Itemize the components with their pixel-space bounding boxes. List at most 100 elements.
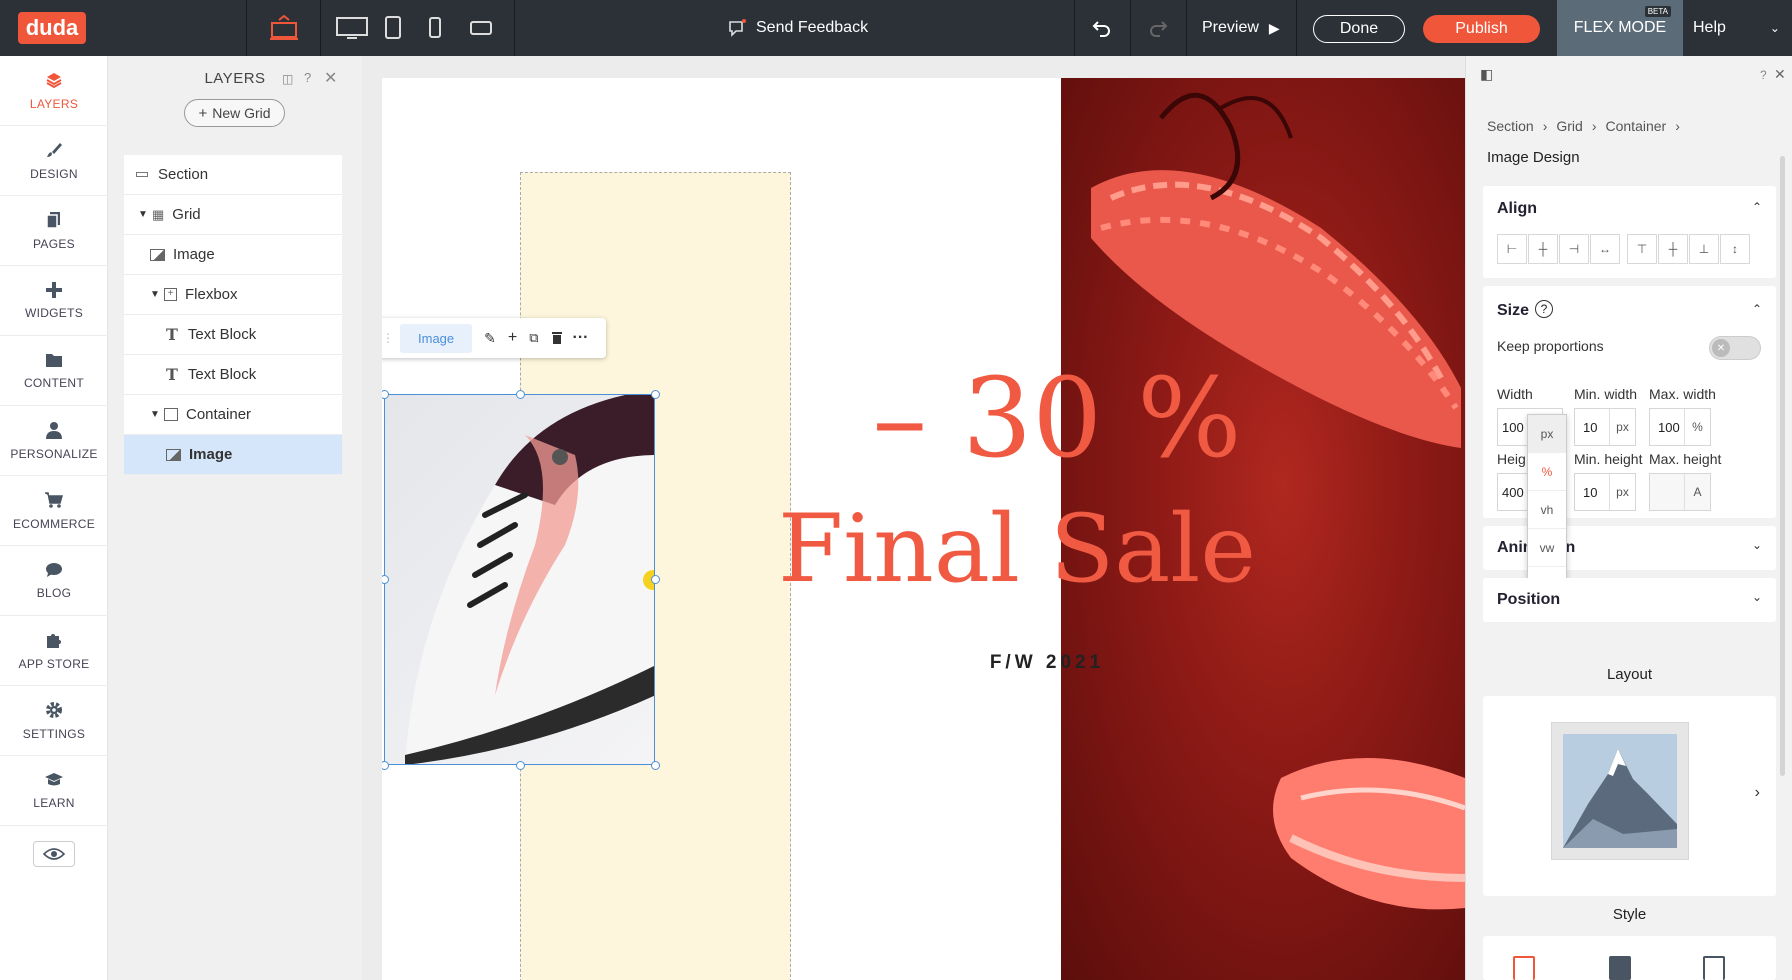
nav-blog[interactable]: BLOG [0,546,108,616]
preview-button[interactable]: Preview ▶ [1202,0,1280,56]
nav-pages[interactable]: PAGES [0,196,108,266]
trash-icon[interactable] [551,331,563,345]
editor-device-button[interactable] [258,0,310,56]
expand-arrow-icon[interactable]: ▼ [150,289,164,300]
align-top-button[interactable]: ⊤ [1627,234,1657,264]
unit-option-vh[interactable]: vh [1528,491,1566,529]
breadcrumb-grid[interactable]: Grid [1556,118,1582,134]
nav-settings[interactable]: SETTINGS [0,686,108,756]
help-circle-icon[interactable]: ? [1535,300,1553,318]
max-height-unit[interactable]: A [1684,474,1710,510]
season-text[interactable]: F/W 2021 [782,652,1312,674]
chevron-up-icon[interactable]: ⌃ [1752,302,1762,316]
unit-option-percent[interactable]: % [1528,453,1566,491]
expand-arrow-icon[interactable]: ▼ [138,209,152,220]
headline-text[interactable]: Final Sale [712,503,1322,597]
help-icon[interactable]: ? [304,70,311,85]
resize-handle[interactable] [651,390,660,399]
element-type-label[interactable]: Image [400,323,473,353]
layer-image[interactable]: Image [124,235,342,275]
max-width-input[interactable]: 100 % [1649,408,1711,446]
size-heading[interactable]: Size [1497,302,1529,320]
position-section[interactable]: Position ⌄ [1483,578,1776,622]
redo-button[interactable] [1142,0,1174,56]
add-icon[interactable]: + [508,329,517,347]
layer-text-block[interactable]: T Text Block [124,315,342,355]
help-icon[interactable]: ? [1760,68,1767,82]
position-heading[interactable]: Position [1497,591,1560,609]
layer-section[interactable]: Section [124,155,342,195]
visibility-toggle[interactable] [33,841,75,867]
align-bottom-button[interactable]: ⊥ [1689,234,1719,264]
resize-handle[interactable] [651,761,660,770]
min-width-unit[interactable]: px [1609,409,1635,445]
style-option-3[interactable] [1703,956,1725,980]
style-option-1[interactable] [1513,956,1535,980]
stretch-vertical-button[interactable]: ↕ [1720,234,1750,264]
layer-flexbox[interactable]: ▼ + Flexbox [124,275,342,315]
stretch-horizontal-button[interactable]: ↔ [1590,234,1620,264]
tablet-view-button[interactable] [378,0,408,56]
panel-dock-icon[interactable]: ◧ [1480,66,1493,83]
align-left-button[interactable]: ⊢ [1497,234,1527,264]
chevron-down-icon[interactable]: ⌄ [1752,590,1762,604]
nav-content[interactable]: CONTENT [0,336,108,406]
breadcrumb-section[interactable]: Section [1487,118,1534,134]
chevron-up-icon[interactable]: ⌃ [1752,200,1762,214]
close-icon[interactable]: ✕ [1774,66,1786,83]
flex-mode-button[interactable]: FLEX MODE BETA [1557,0,1683,56]
resize-handle[interactable] [516,761,525,770]
layout-preview[interactable] [1551,722,1689,860]
breadcrumb-container[interactable]: Container [1606,118,1667,134]
layer-image-selected[interactable]: Image [124,435,342,475]
resize-handle[interactable] [651,575,660,584]
publish-button[interactable]: Publish [1423,15,1540,43]
resize-handle[interactable] [382,761,389,770]
expand-arrow-icon[interactable]: ▼ [150,409,164,420]
edit-pencil-icon[interactable]: ✎ [484,330,496,347]
align-heading[interactable]: Align [1497,200,1537,218]
min-height-input[interactable]: 10 px [1574,473,1636,511]
discount-text[interactable]: – 30 % [787,363,1327,473]
style-option-2[interactable] [1609,956,1631,980]
align-right-button[interactable]: ⊣ [1559,234,1589,264]
align-middle-button[interactable]: ┼ [1658,234,1688,264]
align-center-button[interactable]: ┼ [1528,234,1558,264]
selected-shoe-image[interactable] [384,394,655,765]
help-menu[interactable]: Help ⌄ [1693,0,1780,56]
pin-icon[interactable]: ◫ [282,72,293,86]
duda-logo[interactable]: duda [18,12,86,44]
new-grid-button[interactable]: + New Grid [184,99,285,127]
min-height-unit[interactable]: px [1609,474,1635,510]
chevron-down-icon[interactable]: ⌄ [1752,538,1762,552]
editor-canvas[interactable]: – 30 % Final Sale F/W 2021 ⋮ Image ✎ + ⧉… [382,78,1465,980]
landscape-view-button[interactable] [466,0,496,56]
keep-proportions-toggle[interactable]: ✕ [1709,336,1761,360]
duplicate-icon[interactable]: ⧉ [529,330,538,346]
chevron-right-icon[interactable]: › [1755,784,1760,802]
nav-widgets[interactable]: WIDGETS [0,266,108,336]
undo-button[interactable] [1086,0,1118,56]
close-icon[interactable]: ✕ [324,68,337,88]
done-button[interactable]: Done [1313,15,1405,43]
nav-app-store[interactable]: APP STORE [0,616,108,686]
layer-container[interactable]: ▼ Container [124,395,342,435]
desktop-view-button[interactable] [330,0,374,56]
nav-personalize[interactable]: PERSONALIZE [0,406,108,476]
send-feedback-button[interactable]: Send Feedback [728,0,868,56]
min-width-input[interactable]: 10 px [1574,408,1636,446]
more-options-icon[interactable]: ··· [573,329,589,347]
mobile-view-button[interactable] [422,0,448,56]
nav-layers[interactable]: LAYERS [0,56,108,126]
unit-option-px[interactable]: px [1528,415,1566,453]
resize-handle[interactable] [516,390,525,399]
layer-grid[interactable]: ▼ ▦ Grid [124,195,342,235]
drag-handle-icon[interactable]: ⋮ [382,331,394,345]
nav-design[interactable]: DESIGN [0,126,108,196]
panel-scrollbar[interactable] [1780,156,1785,776]
max-width-unit[interactable]: % [1684,409,1710,445]
nav-learn[interactable]: LEARN [0,756,108,826]
nav-ecommerce[interactable]: ECOMMERCE [0,476,108,546]
layer-text-block[interactable]: T Text Block [124,355,342,395]
unit-option-vw[interactable]: vw [1528,529,1566,567]
